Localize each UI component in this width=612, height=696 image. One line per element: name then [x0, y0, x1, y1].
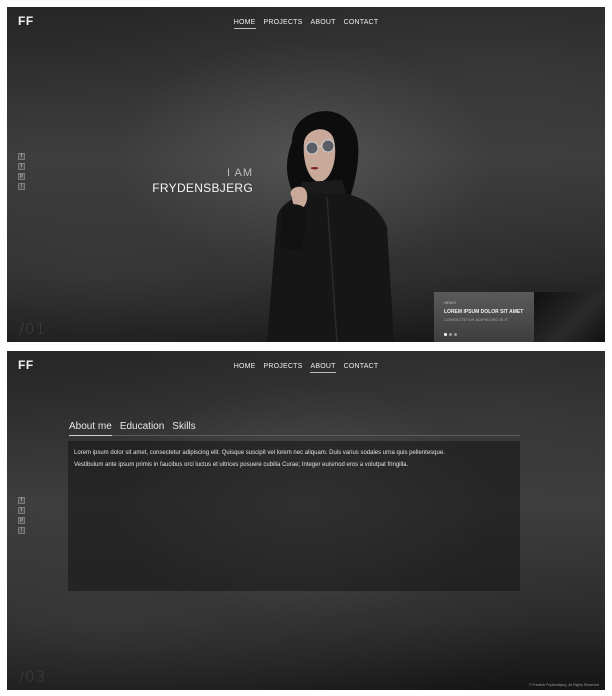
pinterest-icon[interactable]: p	[18, 517, 25, 524]
twitter-icon[interactable]: t	[18, 507, 25, 514]
instagram-icon[interactable]: i	[18, 183, 25, 190]
nav-projects[interactable]: PROJECTS	[264, 363, 303, 373]
social-links: f t p i	[18, 153, 25, 190]
facebook-icon[interactable]: f	[18, 497, 25, 504]
nav-about[interactable]: ABOUT	[310, 363, 336, 373]
pinterest-icon[interactable]: p	[18, 173, 25, 180]
main-nav: HOME PROJECTS ABOUT CONTACT	[7, 363, 605, 373]
intro-small: I AM	[226, 167, 253, 179]
slide-tag: NEWS	[444, 300, 456, 305]
main-nav: HOME PROJECTS ABOUT CONTACT	[7, 19, 605, 29]
slide-dot[interactable]	[444, 333, 447, 336]
facebook-icon[interactable]: f	[18, 153, 25, 160]
intro-name: FRYDENSBJERG	[152, 181, 253, 195]
twitter-icon[interactable]: t	[18, 163, 25, 170]
portrait-image	[267, 111, 394, 342]
about-section: FF HOME PROJECTS ABOUT CONTACT f t p i A…	[7, 351, 605, 690]
nav-contact[interactable]: CONTACT	[344, 363, 379, 373]
about-text-1: Lorem ipsum dolor sit amet, consectetur …	[74, 450, 445, 456]
about-text-2: Vestibulum ante ipsum primis in faucibus…	[74, 462, 409, 468]
copyright-text: © Frederik Frydensbjerg. All Rights Rese…	[528, 683, 599, 687]
social-links: f t p i	[18, 497, 25, 534]
about-content: Lorem ipsum dolor sit amet, consectetur …	[68, 441, 520, 591]
nav-about[interactable]: ABOUT	[310, 19, 335, 29]
nav-projects[interactable]: PROJECTS	[264, 19, 303, 29]
hero-intro: I AM FRYDENSBJERG	[152, 167, 253, 195]
nav-home[interactable]: HOME	[234, 363, 256, 373]
nav-home[interactable]: HOME	[233, 19, 256, 29]
slide-pagination	[444, 333, 457, 336]
instagram-icon[interactable]: i	[18, 527, 25, 534]
slide-title: LOREM IPSUM DOLOR SIT AMET	[444, 309, 524, 315]
about-tabs: About me Education Skills	[69, 421, 520, 436]
hero-section: FF HOME PROJECTS ABOUT CONTACT f t p i I…	[7, 7, 605, 342]
slide-subtitle: CONSECTETUR ADIPISCING ELIT	[444, 317, 509, 322]
page-number: /03	[19, 668, 47, 686]
tab-about-me[interactable]: About me	[69, 421, 112, 436]
slide-thumbnail[interactable]	[534, 292, 605, 342]
nav-contact[interactable]: CONTACT	[344, 19, 379, 29]
news-slide-card[interactable]: NEWS LOREM IPSUM DOLOR SIT AMET CONSECTE…	[434, 292, 534, 342]
tab-skills[interactable]: Skills	[172, 421, 195, 433]
slide-dot[interactable]	[454, 333, 457, 336]
slide-dot[interactable]	[449, 333, 452, 336]
tab-education[interactable]: Education	[120, 421, 164, 433]
page-number: /01	[19, 320, 47, 338]
